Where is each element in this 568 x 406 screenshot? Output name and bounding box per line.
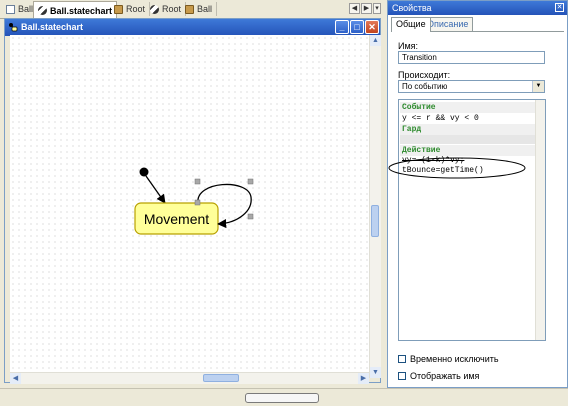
scroll-left-icon[interactable]: ◀: [10, 373, 21, 384]
exclude-label: Временно исключить: [410, 354, 499, 364]
tab-root-statechart[interactable]: Root: [146, 2, 187, 16]
tab-scroll-right-icon[interactable]: ▶: [361, 3, 372, 14]
initial-state-dot[interactable]: [139, 167, 149, 177]
tab-label: Root: [126, 4, 146, 14]
exclude-checkbox-row[interactable]: Временно исключить: [398, 354, 499, 364]
scroll-up-icon[interactable]: ▲: [370, 35, 381, 46]
vertical-scroll-thumb[interactable]: [371, 205, 379, 237]
selection-handle[interactable]: [194, 178, 201, 185]
editor-title: Ball.statechart: [21, 22, 84, 32]
code-scrollbar[interactable]: [535, 100, 545, 340]
tab-root-class[interactable]: Root: [110, 2, 151, 16]
highlight-ellipse: [388, 157, 526, 179]
diagram-canvas[interactable]: Movement: [10, 35, 369, 378]
exclude-checkbox[interactable]: [398, 355, 406, 363]
tab-ball-class[interactable]: Ball: [181, 2, 218, 16]
guard-section-header: Гард: [400, 124, 535, 135]
event-section-header: Событие: [400, 102, 535, 113]
tab-ball-statechart[interactable]: Ball.statechart: [33, 1, 118, 19]
selection-handle[interactable]: [247, 178, 254, 185]
show-name-label: Отображать имя: [410, 371, 480, 381]
close-button[interactable]: ✕: [365, 20, 379, 34]
selection-handle[interactable]: [194, 199, 201, 206]
root-class-icon: [114, 4, 123, 14]
statechart-diagram: Movement: [134, 167, 254, 235]
status-bar: [0, 388, 568, 406]
root-class-icon: [185, 4, 194, 14]
show-name-checkbox-row[interactable]: Отображать имя: [398, 371, 479, 381]
properties-titlebar: Свойства ✕: [388, 1, 567, 15]
tab-label: Ball: [18, 4, 34, 14]
status-progress-indicator: [245, 393, 319, 403]
guard-expression-field[interactable]: [400, 135, 535, 144]
editor-titlebar: Ball.statechart _ □ ✕: [5, 19, 380, 36]
tab-list-icon[interactable]: ▾: [373, 3, 381, 14]
properties-tabs: Общие Описание: [391, 17, 564, 32]
properties-title: Свойства: [392, 3, 432, 13]
tab-label: Ball: [197, 4, 213, 14]
name-label: Имя:: [398, 41, 419, 51]
minimize-button[interactable]: _: [335, 20, 349, 34]
vertical-scrollbar[interactable]: ▲ ▼: [369, 35, 381, 378]
selection-handle[interactable]: [247, 213, 254, 220]
document-icon: [6, 4, 15, 14]
tab-scroll-left-icon[interactable]: ◀: [349, 3, 360, 14]
chevron-down-icon[interactable]: ▼: [532, 81, 544, 92]
trigger-dropdown[interactable]: По событию ▼: [398, 80, 545, 93]
scroll-right-icon[interactable]: ▶: [358, 373, 369, 384]
close-icon[interactable]: ✕: [555, 3, 564, 12]
initial-transition-arrow[interactable]: [145, 175, 166, 204]
tab-general[interactable]: Общие: [391, 17, 431, 32]
horizontal-scrollbar[interactable]: ◀ ▶: [10, 372, 369, 384]
tab-label: Root: [162, 4, 182, 14]
state-movement-label: Movement: [144, 211, 209, 227]
name-input[interactable]: Transition: [398, 51, 545, 64]
code-editor[interactable]: Событие y <= r && vy < 0 Гард Действие v…: [388, 99, 546, 341]
document-tabs: Ball Ball.statechart Root Root Ball ◀ ▶ …: [0, 0, 381, 19]
trigger-label: Происходит:: [398, 70, 451, 80]
event-expression[interactable]: y <= r && vy < 0: [402, 113, 479, 124]
horizontal-scroll-thumb[interactable]: [203, 374, 239, 382]
maximize-button[interactable]: □: [350, 20, 364, 34]
statechart-icon: [9, 23, 18, 32]
trigger-value: По событию: [402, 82, 448, 91]
tab-label: Ball.statechart: [50, 5, 113, 16]
statechart-icon: [38, 6, 47, 15]
statechart-icon: [150, 4, 159, 14]
properties-panel: Свойства ✕ Общие Описание Имя: Transitio…: [387, 0, 568, 388]
show-name-checkbox[interactable]: [398, 372, 406, 380]
scroll-down-icon[interactable]: ▼: [370, 367, 381, 378]
